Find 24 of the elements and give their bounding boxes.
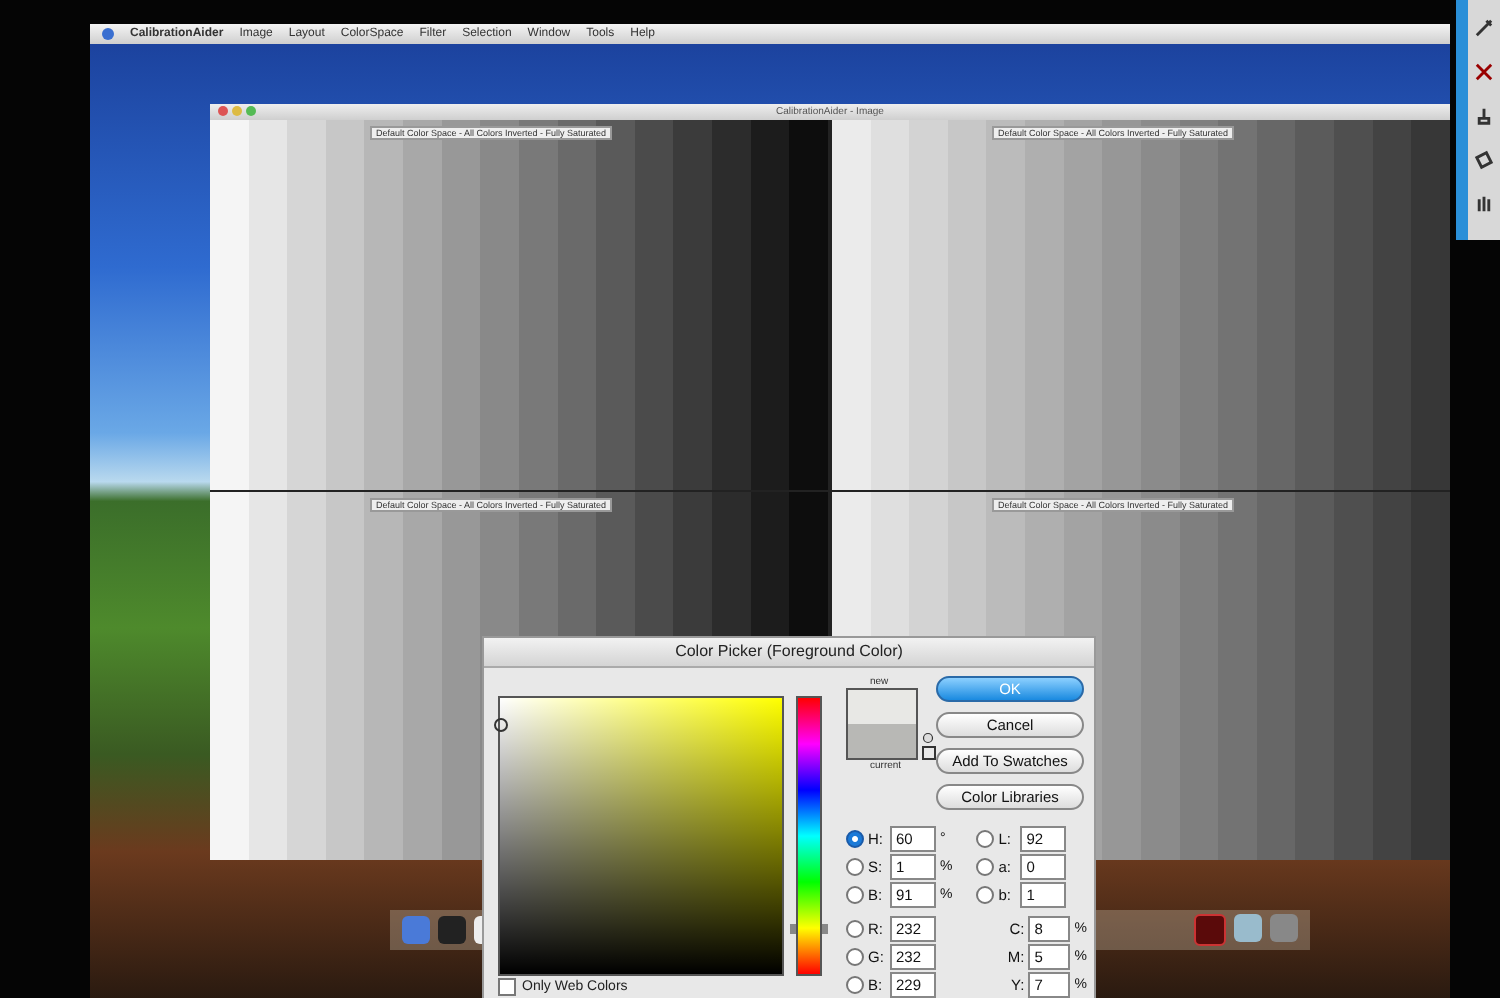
radio-button[interactable]: [976, 829, 995, 847]
slider-handle[interactable]: [790, 923, 828, 934]
radio-button[interactable]: [846, 829, 864, 847]
brush-icon[interactable]: [1472, 16, 1496, 40]
radio-button[interactable]: [846, 885, 864, 903]
dock-icon[interactable]: [438, 916, 466, 944]
dock-icon[interactable]: [1234, 914, 1262, 942]
color-swatch: [846, 688, 918, 760]
radio-button[interactable]: [846, 975, 864, 993]
checkbox[interactable]: [498, 978, 516, 996]
color-field[interactable]: [498, 696, 784, 976]
radio-button[interactable]: [846, 919, 864, 937]
stamp-icon[interactable]: [1472, 104, 1496, 128]
radio-button[interactable]: [846, 947, 864, 965]
hue-slider[interactable]: [796, 696, 822, 976]
dialog-title: Color Picker (Foreground Color): [484, 638, 1094, 668]
radio-button[interactable]: [976, 857, 995, 875]
apple-icon[interactable]: [102, 28, 114, 40]
radio-button[interactable]: [846, 857, 864, 875]
square-icon[interactable]: [922, 746, 936, 760]
radio-button[interactable]: [976, 885, 995, 903]
picker-ring-icon[interactable]: [494, 718, 508, 732]
close-button[interactable]: [218, 106, 228, 116]
dock-icon[interactable]: [1194, 914, 1226, 946]
